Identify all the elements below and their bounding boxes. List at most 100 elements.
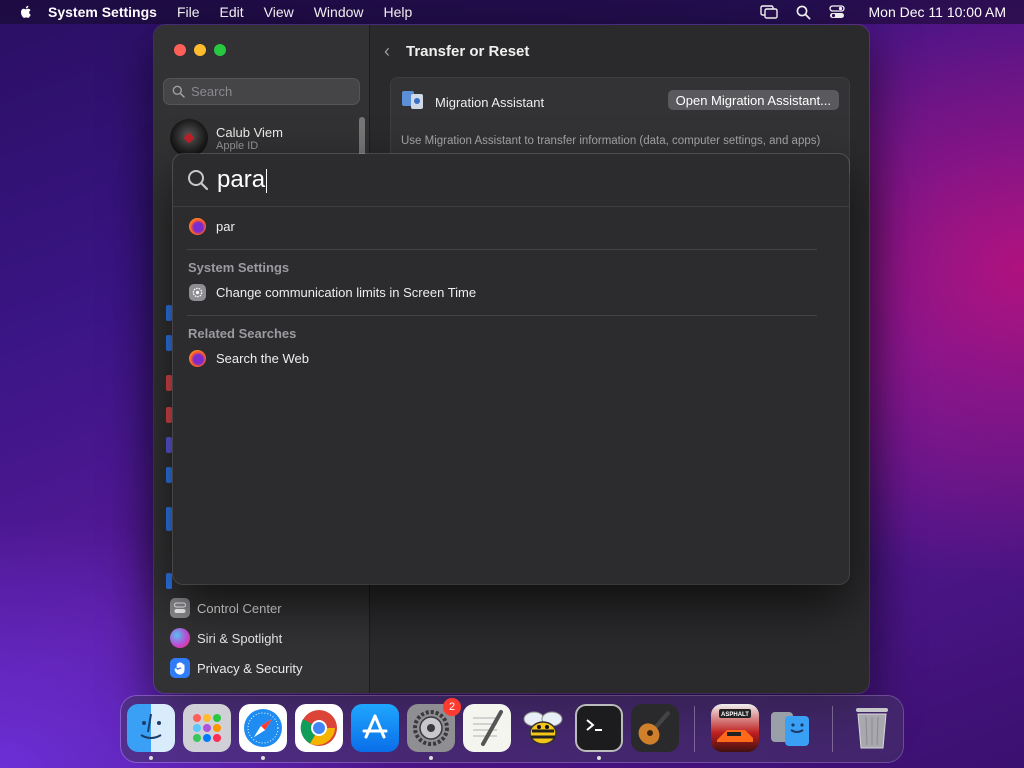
menu-help[interactable]: Help (384, 4, 413, 20)
dock-trash[interactable] (848, 704, 896, 752)
migration-description: Use Migration Assistant to transfer info… (401, 135, 821, 147)
spotlight-result-label: par (216, 219, 235, 234)
dock-divider (694, 706, 695, 752)
sidebar-item-icon-partial (166, 407, 172, 423)
sidebar-item-icon-partial (166, 375, 172, 391)
search-icon (188, 170, 209, 191)
search-icon (172, 85, 185, 98)
dock-divider (832, 706, 833, 752)
dock-cyberduck[interactable] (519, 704, 567, 752)
sidebar-scrollbar[interactable] (359, 117, 365, 157)
dock-textedit[interactable] (463, 704, 511, 752)
dock-launchpad[interactable] (183, 704, 231, 752)
menu-file[interactable]: File (177, 4, 200, 20)
running-indicator (261, 756, 265, 760)
apple-id-account[interactable]: Calub Viem Apple ID (170, 119, 283, 157)
spotlight-search-field[interactable]: para (187, 166, 268, 194)
page-title: Transfer or Reset (406, 43, 530, 60)
dock-migration-assistant[interactable] (767, 704, 815, 752)
dock: 2 ASPHALT (121, 696, 903, 762)
sidebar-item-siri-spotlight[interactable]: Siri & Spotlight (170, 628, 282, 648)
menu-window[interactable]: Window (314, 4, 364, 20)
hand-icon (170, 658, 190, 678)
spotlight-result-screen-time[interactable]: Change communication limits in Screen Ti… (188, 283, 476, 302)
running-indicator (597, 756, 601, 760)
trash-icon (856, 708, 888, 749)
chevron-left-icon[interactable]: ‹ (384, 41, 390, 62)
terminal-icon (586, 719, 602, 731)
sidebar-search-placeholder: Search (191, 84, 233, 99)
notification-badge: 2 (443, 698, 461, 716)
menu-bar: System Settings File Edit View Window He… (0, 0, 1024, 24)
migration-assistant-label: Migration Assistant (435, 95, 545, 110)
sidebar-item-label: Privacy & Security (197, 660, 303, 676)
migration-assistant-icon (771, 712, 809, 746)
close-window-button[interactable] (174, 44, 186, 56)
spotlight-result-search-web[interactable]: Search the Web (188, 349, 309, 368)
spotlight-result-label: Search the Web (216, 351, 309, 366)
sidebar-search-input[interactable]: Search (163, 78, 360, 105)
zoom-window-button[interactable] (214, 44, 226, 56)
migration-assistant-icon (401, 88, 425, 117)
dock-finder[interactable] (127, 704, 175, 752)
bee-icon (523, 711, 563, 745)
dock-chrome[interactable] (295, 704, 343, 752)
dock-asphalt[interactable]: ASPHALT (711, 704, 759, 752)
chrome-icon (300, 710, 337, 746)
settings-icon (188, 283, 207, 302)
menu-edit[interactable]: Edit (220, 4, 244, 20)
spotlight-search-icon[interactable] (796, 5, 811, 20)
sidebar-item-icon-partial (166, 573, 172, 589)
menu-app-name[interactable]: System Settings (48, 4, 157, 20)
textedit-icon (473, 710, 503, 746)
sidebar-item-icon-partial (166, 467, 172, 483)
running-indicator (429, 756, 433, 760)
app-store-icon (362, 714, 388, 739)
text-cursor (266, 168, 268, 193)
avatar (170, 119, 208, 157)
asphalt-game-icon: ASPHALT (717, 709, 753, 742)
apple-logo-icon[interactable] (18, 4, 34, 20)
launchpad-icon (193, 714, 221, 742)
sidebar-item-label: Control Center (197, 600, 282, 616)
running-indicator (149, 756, 153, 760)
control-center-icon (170, 598, 190, 618)
divider (187, 315, 817, 316)
open-migration-assistant-button[interactable]: Open Migration Assistant... (667, 90, 839, 110)
finder-icon (140, 713, 162, 739)
dock-app-store[interactable] (351, 704, 399, 752)
sidebar-item-icon-partial (166, 437, 172, 453)
sidebar-item-icon-partial (166, 335, 172, 351)
dock-terminal[interactable] (575, 704, 623, 752)
siri-icon (170, 628, 190, 648)
control-center-icon[interactable] (828, 5, 845, 19)
sidebar-item-control-center[interactable]: Control Center (170, 598, 282, 618)
sidebar-item-icon-partial (166, 507, 172, 531)
divider (173, 206, 849, 207)
main-header: ‹ Transfer or Reset (384, 41, 529, 62)
section-header-related-searches: Related Searches (188, 326, 297, 341)
spotlight-result-label: Change communication limits in Screen Ti… (216, 285, 477, 300)
firefox-icon (188, 349, 207, 368)
minimize-window-button[interactable] (194, 44, 206, 56)
spotlight-query[interactable]: para (217, 166, 265, 193)
dock-garageband[interactable] (631, 704, 679, 752)
firefox-icon (188, 217, 207, 236)
sidebar-item-privacy-security[interactable]: Privacy & Security (170, 658, 302, 678)
divider (187, 249, 817, 250)
screen-mirroring-icon[interactable] (759, 5, 778, 19)
menu-clock[interactable]: Mon Dec 11 10:00 AM (869, 4, 1006, 20)
account-name: Calub Viem (216, 124, 283, 140)
spotlight-panel: para par System Settings Change communic… (173, 154, 849, 584)
spotlight-top-hit[interactable]: par (188, 217, 235, 236)
menu-view[interactable]: View (264, 4, 294, 20)
account-subtitle: Apple ID (216, 139, 259, 152)
dock-safari[interactable] (239, 704, 287, 752)
guitar-icon (638, 710, 671, 745)
safari-icon (244, 709, 282, 747)
sidebar-item-icon-partial (166, 305, 172, 321)
svg-text:ASPHALT: ASPHALT (721, 712, 749, 718)
window-controls (174, 44, 226, 56)
dock-system-settings[interactable]: 2 (407, 698, 461, 752)
sidebar-item-label: Siri & Spotlight (197, 630, 283, 646)
